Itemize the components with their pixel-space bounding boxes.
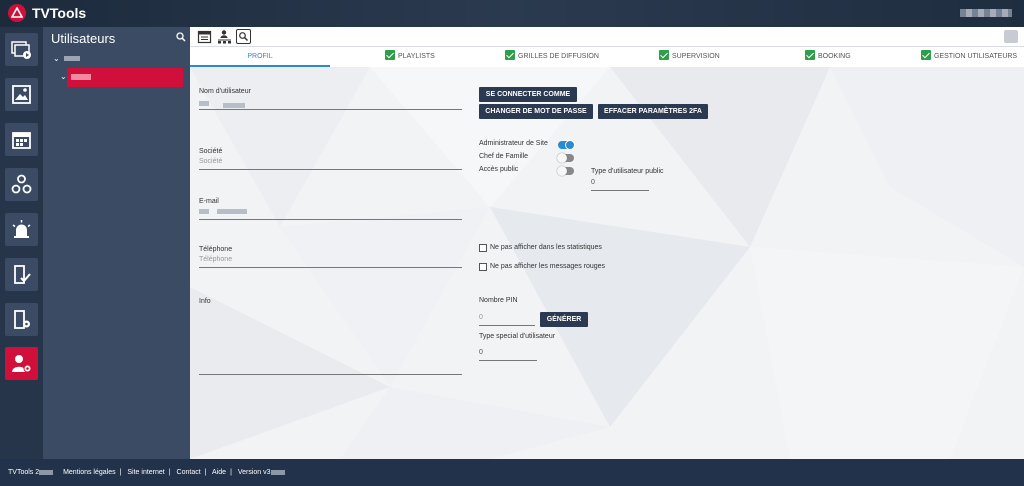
telephone-label: Téléphone bbox=[199, 246, 233, 253]
media-library-icon bbox=[11, 41, 31, 59]
calendar-icon bbox=[12, 132, 31, 149]
module-rail bbox=[0, 27, 43, 459]
change-password-button[interactable]: CHANGER DE MOT DE PASSE bbox=[479, 104, 593, 119]
redacted-text bbox=[199, 208, 209, 214]
network-icon bbox=[11, 174, 32, 194]
pin-field[interactable]: 0 bbox=[479, 312, 535, 326]
background-pattern bbox=[190, 67, 1024, 459]
export-icon[interactable] bbox=[1004, 30, 1018, 43]
redacted-text bbox=[216, 208, 247, 214]
societe-label: Société bbox=[199, 148, 223, 155]
footer-legal-link[interactable]: Mentions légales bbox=[63, 469, 116, 476]
tab-gestion-utilisateurs[interactable]: Gestion utilisateurs bbox=[921, 47, 1017, 67]
images-button[interactable] bbox=[5, 78, 38, 111]
footer-version: Version v3 bbox=[237, 469, 271, 476]
tab-profil[interactable]: Profil bbox=[190, 47, 330, 67]
tree-title: Utilisateurs bbox=[51, 31, 116, 46]
telephone-field[interactable]: Téléphone bbox=[199, 254, 462, 268]
redacted-text bbox=[270, 469, 285, 475]
special-user-type-field[interactable]: 0 bbox=[479, 347, 537, 361]
check-icon bbox=[659, 50, 669, 60]
info-label: Info bbox=[199, 298, 211, 305]
tab-bar: Profil Playlists Grilles de diffusion Su… bbox=[190, 47, 1024, 67]
hide-stats-label: Ne pas afficher dans les statistiques bbox=[490, 244, 602, 251]
public-access-label: Accès public bbox=[479, 166, 519, 173]
image-icon bbox=[12, 85, 31, 104]
search-icon bbox=[239, 32, 248, 41]
family-head-toggle[interactable] bbox=[557, 153, 574, 163]
tree-root-node[interactable]: ⌄ bbox=[53, 54, 80, 63]
username-label: Nom d'utilisateur bbox=[199, 88, 251, 95]
site-admin-label: Administrateur de Site bbox=[479, 140, 548, 147]
connect-as-button[interactable]: SE CONNECTER COMME bbox=[479, 87, 577, 102]
tab-supervision[interactable]: Supervision bbox=[659, 47, 720, 67]
tab-grilles-de-diffusion[interactable]: Grilles de diffusion bbox=[505, 47, 599, 67]
tvtools-logo bbox=[8, 4, 26, 22]
societe-field[interactable]: Société bbox=[199, 156, 462, 170]
check-icon bbox=[385, 50, 395, 60]
supervision-button[interactable] bbox=[5, 213, 38, 246]
calendar-list-icon[interactable] bbox=[197, 29, 212, 44]
toolbar-search-button[interactable] bbox=[236, 29, 251, 44]
pin-label: Nombre PIN bbox=[479, 297, 518, 304]
footer-contact-link[interactable]: Contact bbox=[177, 469, 201, 476]
check-icon bbox=[505, 50, 515, 60]
info-textarea[interactable] bbox=[199, 306, 462, 375]
app-title: TVTools bbox=[32, 5, 87, 21]
booking-button[interactable] bbox=[5, 258, 38, 291]
media-library-button[interactable] bbox=[5, 33, 38, 66]
check-icon bbox=[805, 50, 815, 60]
site-admin-toggle[interactable] bbox=[558, 140, 575, 150]
tab-booking[interactable]: Booking bbox=[805, 47, 851, 67]
special-user-type-label: Type special d'utilisateur bbox=[479, 333, 556, 340]
hide-red-messages-label: Ne pas afficher les messages rouges bbox=[490, 263, 606, 270]
user-management-button[interactable] bbox=[5, 347, 38, 380]
user-hierarchy-icon[interactable] bbox=[217, 29, 232, 44]
redacted-text bbox=[199, 101, 209, 106]
public-access-toggle[interactable] bbox=[557, 166, 574, 176]
network-button[interactable] bbox=[5, 168, 38, 201]
user-menu[interactable] bbox=[960, 9, 1012, 17]
tab-playlists[interactable]: Playlists bbox=[385, 47, 435, 67]
users-tree-panel: Utilisateurs ⌄ ⌄ bbox=[43, 27, 190, 459]
door-check-icon bbox=[14, 265, 31, 284]
alarm-light-icon bbox=[12, 220, 31, 238]
redacted-text bbox=[222, 103, 245, 108]
settings-button[interactable] bbox=[5, 303, 38, 336]
calendar-button[interactable] bbox=[5, 123, 38, 156]
email-field[interactable] bbox=[199, 206, 462, 220]
username-field[interactable] bbox=[199, 96, 462, 110]
footer-help-link[interactable]: Aide bbox=[212, 469, 226, 476]
public-user-type-label: Type d'utilisateur public bbox=[591, 168, 664, 175]
family-head-label: Chef de Famille bbox=[479, 153, 529, 160]
search-icon[interactable] bbox=[176, 32, 186, 42]
generate-pin-button[interactable]: GÉNÉRER bbox=[540, 312, 588, 327]
hide-stats-checkbox[interactable] bbox=[479, 244, 487, 252]
chevron-down-icon: ⌄ bbox=[53, 54, 60, 63]
footer-website-link[interactable]: Site internet bbox=[127, 469, 164, 476]
top-bar: TVTools bbox=[0, 0, 1024, 27]
hide-red-messages-checkbox[interactable] bbox=[479, 263, 487, 271]
footer-brand: TVTools 2 bbox=[8, 469, 40, 476]
redacted-user-name bbox=[71, 74, 91, 80]
toolbar bbox=[190, 27, 1024, 47]
door-gear-icon bbox=[14, 310, 30, 329]
check-icon bbox=[921, 50, 931, 60]
tree-selected-user[interactable]: ⌄ bbox=[60, 68, 183, 87]
email-label: E-mail bbox=[199, 198, 219, 205]
user-gear-icon bbox=[12, 355, 32, 373]
footer: TVTools 2 Mentions légales | Site interne… bbox=[0, 459, 1024, 486]
clear-2fa-button[interactable]: EFFACER PARAMÈTRES 2FA bbox=[598, 104, 708, 119]
public-user-type-field[interactable]: 0 bbox=[591, 177, 649, 191]
chevron-down-icon: ⌄ bbox=[60, 72, 67, 81]
main-content: Profil Playlists Grilles de diffusion Su… bbox=[190, 27, 1024, 459]
redacted-text bbox=[39, 469, 54, 475]
